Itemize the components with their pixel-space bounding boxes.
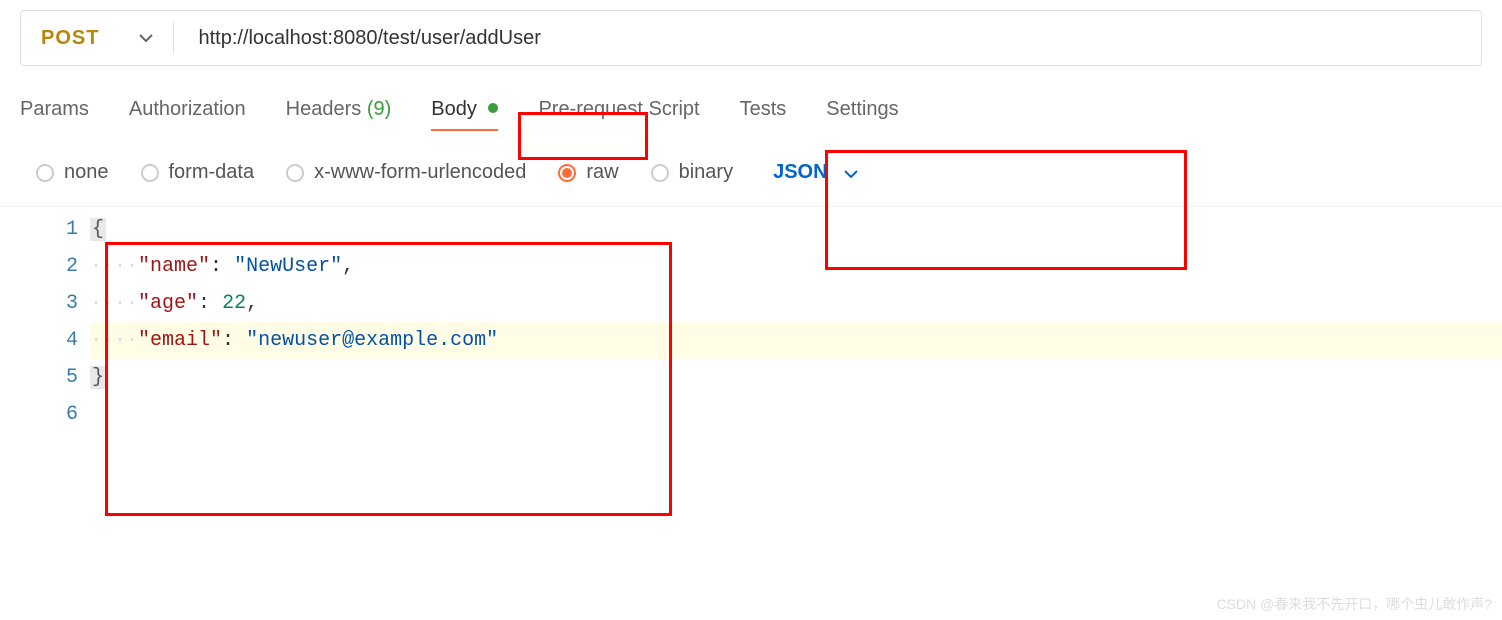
line-number: 2 xyxy=(0,248,78,285)
line-number: 6 xyxy=(0,396,78,433)
tab-params[interactable]: Params xyxy=(20,98,89,129)
body-type-binary[interactable]: binary xyxy=(651,161,733,184)
radio-icon xyxy=(558,164,576,182)
radio-icon xyxy=(141,164,159,182)
code-line: ····"name": "NewUser", xyxy=(90,248,1502,285)
code-line: { xyxy=(90,211,1502,248)
body-active-dot-icon xyxy=(488,103,498,113)
body-type-options: none form-data x-www-form-urlencoded raw… xyxy=(0,147,1502,202)
line-number: 5 xyxy=(0,359,78,396)
tab-settings[interactable]: Settings xyxy=(826,98,898,129)
body-type-form-data[interactable]: form-data xyxy=(141,161,255,184)
code-editor[interactable]: 1 2 3 4 5 6 { ····"name": "NewUser", ···… xyxy=(0,206,1502,437)
body-type-none-label: none xyxy=(64,161,109,184)
body-type-none[interactable]: none xyxy=(36,161,109,184)
code-line: ····"age": 22, xyxy=(90,285,1502,322)
body-type-form-data-label: form-data xyxy=(169,161,255,184)
line-gutter: 1 2 3 4 5 6 xyxy=(0,207,90,437)
body-type-raw[interactable]: raw xyxy=(558,161,618,184)
body-format-label: JSON xyxy=(773,161,827,184)
http-method-label: POST xyxy=(41,27,99,50)
tab-body-label: Body xyxy=(431,98,477,120)
chevron-down-icon xyxy=(844,161,858,184)
tab-headers-label: Headers xyxy=(286,98,362,120)
url-input[interactable] xyxy=(174,27,1481,50)
code-line xyxy=(90,396,1502,433)
watermark-text: CSDN @春来我不先开口，哪个虫儿敢作声? xyxy=(1216,594,1492,614)
tab-headers[interactable]: Headers (9) xyxy=(286,98,392,129)
tab-tests[interactable]: Tests xyxy=(740,98,787,129)
body-type-raw-label: raw xyxy=(586,161,618,184)
code-content[interactable]: { ····"name": "NewUser", ····"age": 22, … xyxy=(90,207,1502,437)
request-tabs: Params Authorization Headers (9) Body Pr… xyxy=(0,66,1502,147)
headers-count: (9) xyxy=(367,98,391,120)
tab-body[interactable]: Body xyxy=(431,98,498,129)
code-line: } xyxy=(90,359,1502,396)
line-number: 4 xyxy=(0,322,78,359)
line-number: 3 xyxy=(0,285,78,322)
line-number: 1 xyxy=(0,211,78,248)
body-format-select[interactable]: JSON xyxy=(773,161,857,184)
radio-icon xyxy=(36,164,54,182)
tab-pre-request[interactable]: Pre-request Script xyxy=(538,98,699,129)
tab-authorization[interactable]: Authorization xyxy=(129,98,246,129)
body-type-urlencoded-label: x-www-form-urlencoded xyxy=(314,161,526,184)
body-type-binary-label: binary xyxy=(679,161,733,184)
http-method-select[interactable]: POST xyxy=(21,11,173,65)
chevron-down-icon xyxy=(139,29,153,47)
code-line: ····"email": "newuser@example.com" xyxy=(90,322,1502,359)
request-url-bar: POST xyxy=(20,10,1482,66)
radio-icon xyxy=(286,164,304,182)
body-type-urlencoded[interactable]: x-www-form-urlencoded xyxy=(286,161,526,184)
radio-icon xyxy=(651,164,669,182)
